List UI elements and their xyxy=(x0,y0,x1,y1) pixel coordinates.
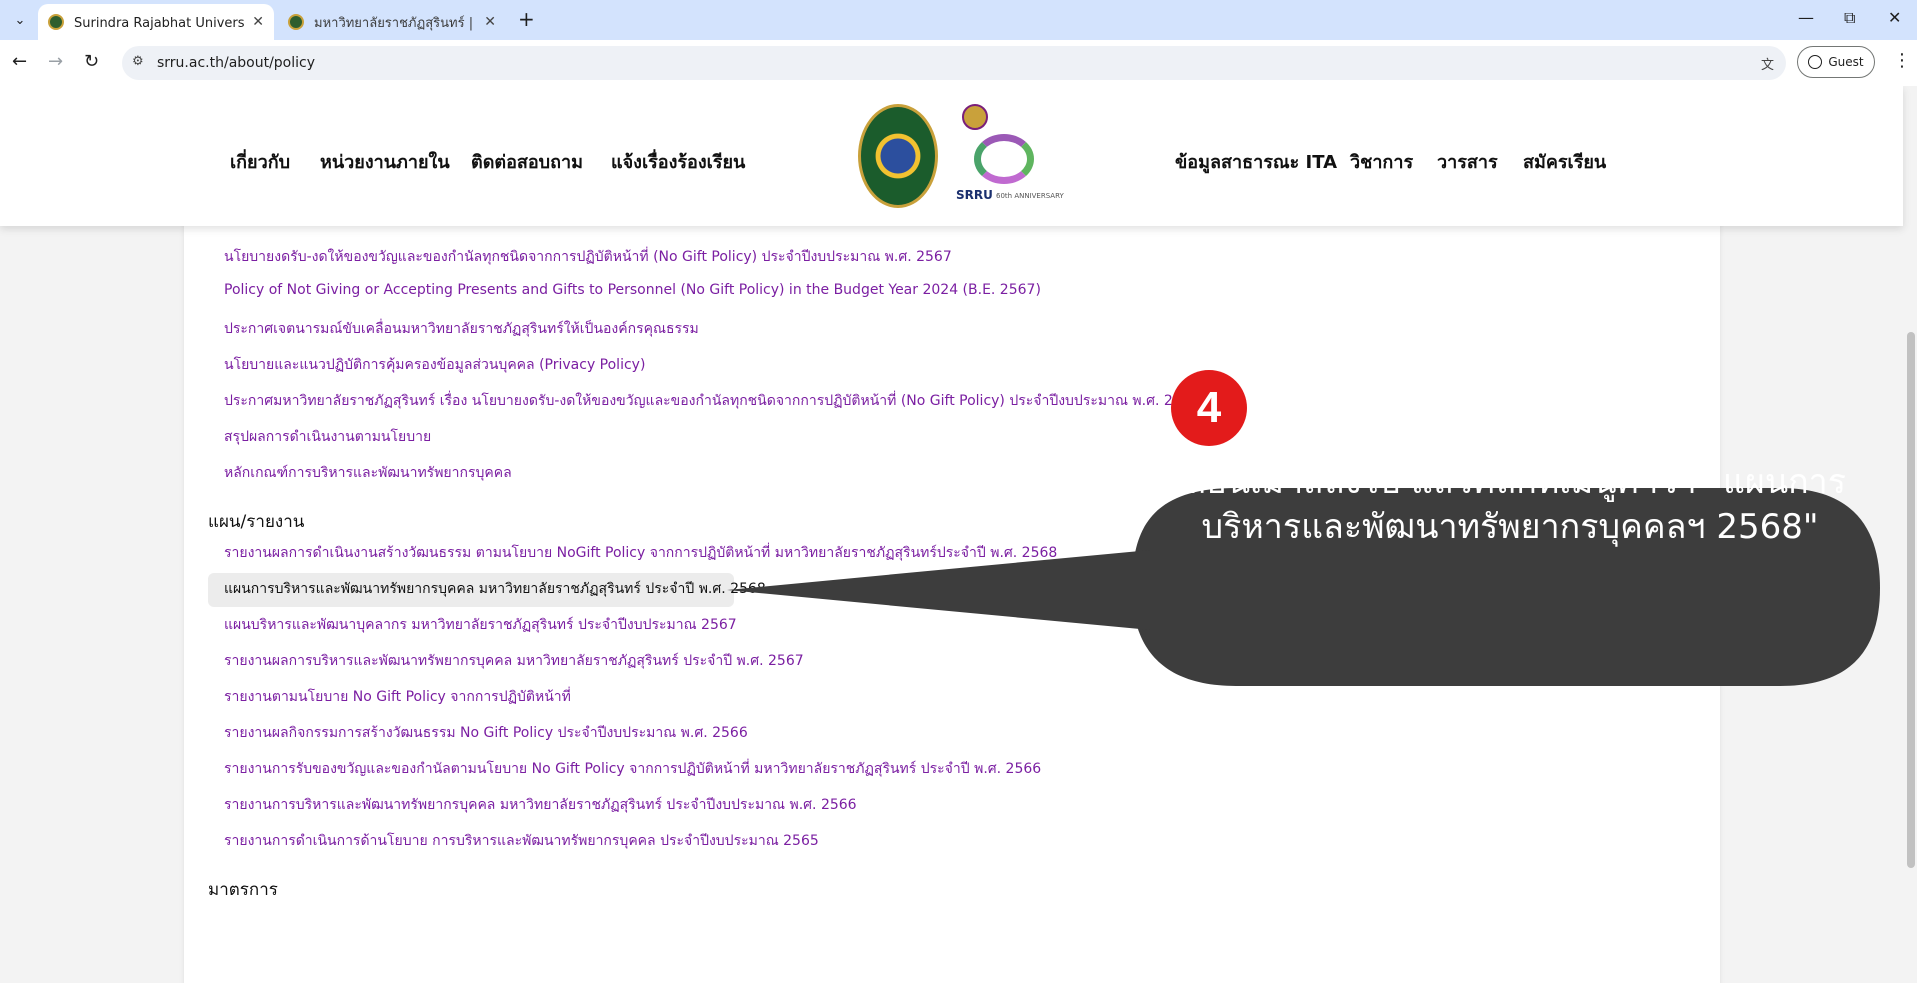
step-number-badge: 4 xyxy=(1171,370,1247,446)
callout-instruction: เลื่อนเมาส์ลงไป แล้วคลิกที่เมนูคำว่า "แผ… xyxy=(1160,460,1860,550)
callout-line-2: บริหารและพัฒนาทรัพยากรบุคคลฯ 2568" xyxy=(1201,507,1819,547)
callout-line-1: เลื่อนเมาส์ลงไป แล้วคลิกที่เมนูคำว่า "แผ… xyxy=(1173,462,1847,502)
